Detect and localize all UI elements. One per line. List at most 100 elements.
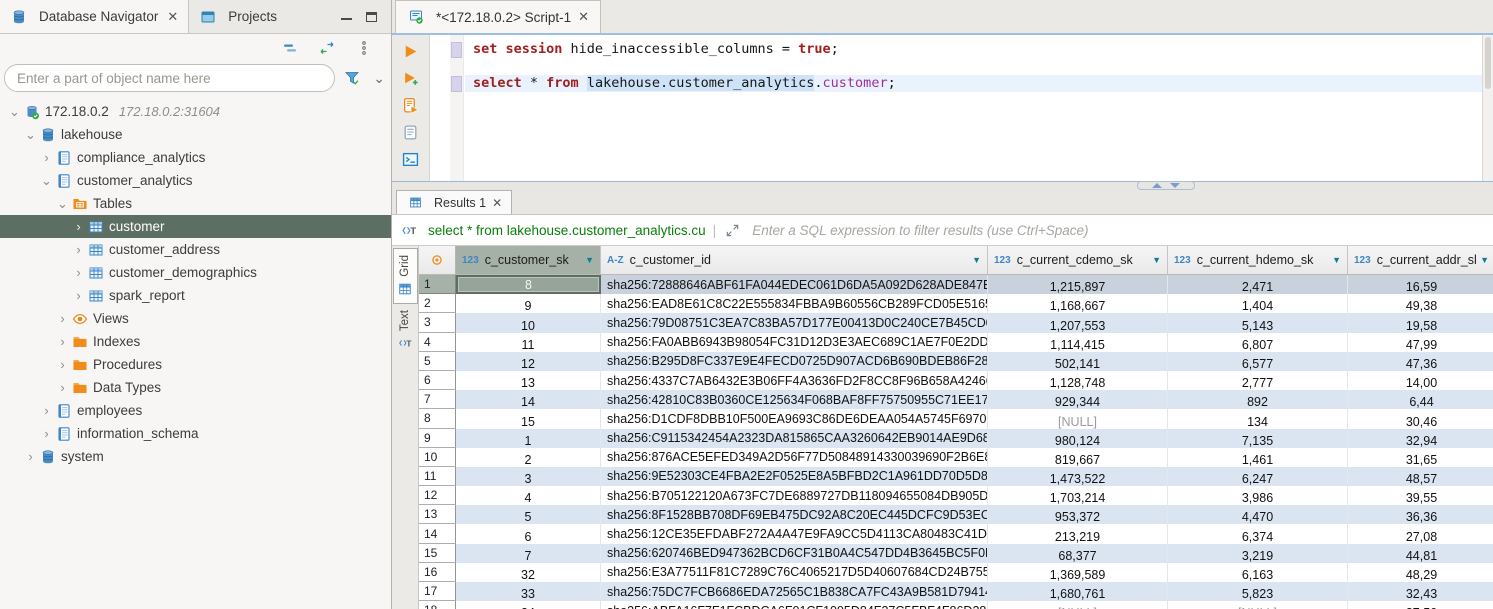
row-number[interactable]: 17 (419, 582, 456, 601)
grid-cell[interactable]: 502,141 (988, 352, 1168, 371)
sort-dropdown-icon[interactable]: ▼ (585, 255, 594, 265)
grid-cell[interactable]: 15 (456, 409, 601, 428)
row-number[interactable]: 4 (419, 333, 456, 352)
grid-cell[interactable]: 27,08 (1348, 524, 1493, 543)
sql-code-area[interactable]: set session hide_inaccessible_columns = … (430, 35, 1493, 181)
view-menu-icon[interactable] (355, 40, 373, 56)
grid-cell[interactable]: 16,59 (1348, 275, 1493, 294)
column-header-c_customer_id[interactable]: A-Zc_customer_id▼ (601, 246, 988, 274)
grid-cell[interactable]: 1,461 (1168, 448, 1348, 467)
tree-item-customer-address[interactable]: ›customer_address (0, 238, 391, 261)
grid-cell[interactable]: sha256:75DC7FCB6686EDA72565C1B838CA7FC43… (601, 582, 988, 601)
grid-cell[interactable]: 4 (456, 486, 601, 505)
grid-cell[interactable]: 13 (456, 371, 601, 390)
tree-item-indexes[interactable]: ›Indexes (0, 330, 391, 353)
tree-expander-icon[interactable]: › (70, 242, 87, 257)
grid-cell[interactable]: sha256:620746BED947362BCD6CF31B0A4C547DD… (601, 544, 988, 563)
grid-cell[interactable]: 1,473,522 (988, 467, 1168, 486)
grid-cell[interactable]: 47,36 (1348, 352, 1493, 371)
row-number[interactable]: 10 (419, 448, 456, 467)
grid-cell[interactable]: sha256:876ACE5EFED349A2D56F77D5084891433… (601, 448, 988, 467)
close-icon[interactable]: ✕ (167, 9, 178, 25)
grid-cell[interactable]: sha256:E3A77511F81C7289C76C4065217D5D406… (601, 563, 988, 582)
tree-item-customer-analytics[interactable]: ⌄customer_analytics (0, 169, 391, 192)
expand-icon[interactable] (723, 222, 741, 238)
tree-item-data-types[interactable]: ›Data Types (0, 376, 391, 399)
row-number[interactable]: 1 (419, 275, 456, 294)
column-header-c_current_hdemo_sk[interactable]: 123c_current_hdemo_sk▼ (1168, 246, 1348, 274)
grid-cell[interactable]: sha256:FA0ABB6943B98054FC31D12D3E3AEC689… (601, 333, 988, 352)
minimize-icon[interactable] (341, 18, 352, 21)
grid-cell[interactable]: 213,219 (988, 524, 1168, 543)
column-header-c_current_addr_sk[interactable]: 123c_current_addr_sk▼ (1348, 246, 1493, 274)
tree-expander-icon[interactable]: › (70, 265, 87, 280)
row-number[interactable]: 12 (419, 486, 456, 505)
tree-item-172-18-0-2[interactable]: ⌄172.18.0.2172.18.0.2:31604 (0, 100, 391, 123)
grid-cell[interactable]: sha256:ABFA16F7F1FCBDCA6F01CF1095D84F37C… (601, 601, 988, 609)
grid-cell[interactable]: 14 (456, 390, 601, 409)
row-number[interactable]: 9 (419, 429, 456, 448)
tree-expander-icon[interactable]: › (70, 288, 87, 303)
grid-cell[interactable]: 49,38 (1348, 294, 1493, 313)
grid-cell[interactable]: 37,50 (1348, 601, 1493, 609)
grid-cell[interactable]: sha256:B295D8FC337E9E4FECD0725D907ACD6B6… (601, 352, 988, 371)
tree-expander-icon[interactable]: › (54, 357, 71, 372)
grid-cell[interactable]: 36,36 (1348, 505, 1493, 524)
object-filter-input[interactable] (4, 64, 335, 92)
tree-item-procedures[interactable]: ›Procedures (0, 353, 391, 376)
grid-cell[interactable]: 6,163 (1168, 563, 1348, 582)
row-number[interactable]: 8 (419, 409, 456, 428)
grid-cell[interactable]: 2,777 (1168, 371, 1348, 390)
row-number[interactable]: 14 (419, 524, 456, 543)
grid-cell[interactable]: sha256:EAD8E61C8C22E555834FBBA9B60556CB2… (601, 294, 988, 313)
tree-expander-icon[interactable]: ⌄ (54, 196, 71, 212)
grid-cell[interactable]: 953,372 (988, 505, 1168, 524)
tree-item-lakehouse[interactable]: ⌄lakehouse (0, 123, 391, 146)
row-number[interactable]: 18 (419, 601, 456, 609)
sort-dropdown-icon[interactable]: ▼ (1152, 255, 1161, 265)
tree-item-tables[interactable]: ⌄Tables (0, 192, 391, 215)
close-icon[interactable]: ✕ (578, 9, 589, 25)
row-number[interactable]: 3 (419, 313, 456, 332)
grid-cell[interactable]: sha256:8F1528BB708DF69EB475DC92A8C20EC44… (601, 505, 988, 524)
tree-item-spark-report[interactable]: ›spark_report (0, 284, 391, 307)
grid-cell[interactable]: 9 (456, 294, 601, 313)
grid-cell[interactable]: 5,143 (1168, 313, 1348, 332)
grid-cell[interactable]: 134 (1168, 409, 1348, 428)
grid-cell[interactable]: 32 (456, 563, 601, 582)
grid-cell[interactable]: 11 (456, 333, 601, 352)
grid-cell[interactable]: 12 (456, 352, 601, 371)
row-number[interactable]: 6 (419, 371, 456, 390)
select-all-corner[interactable] (419, 246, 456, 274)
grid-cell[interactable]: 7 (456, 544, 601, 563)
grid-cell[interactable]: 6,247 (1168, 467, 1348, 486)
column-header-c_customer_sk[interactable]: 123c_customer_sk▼ (456, 246, 601, 274)
grid-cell[interactable]: 6,807 (1168, 333, 1348, 352)
sort-dropdown-icon[interactable]: ▼ (972, 255, 981, 265)
tree-item-views[interactable]: ›Views (0, 307, 391, 330)
row-number[interactable]: 5 (419, 352, 456, 371)
grid-cell[interactable]: 31,65 (1348, 448, 1493, 467)
grid-cell[interactable]: sha256:C9115342454A2323DA815865CAA326064… (601, 429, 988, 448)
grid-cell[interactable]: 10 (456, 313, 601, 332)
grid-cell[interactable]: 2,471 (1168, 275, 1348, 294)
grid-cell[interactable]: 5,823 (1168, 582, 1348, 601)
grid-cell[interactable]: sha256:42810C83B0360CE125634F068BAF8FF75… (601, 390, 988, 409)
grid-cell[interactable]: 3,219 (1168, 544, 1348, 563)
grid-cell[interactable]: 1,114,415 (988, 333, 1168, 352)
grid-cell[interactable]: 3 (456, 467, 601, 486)
execute-statement-icon[interactable] (402, 42, 420, 60)
grid-cell[interactable]: 32,43 (1348, 582, 1493, 601)
tab-database-navigator[interactable]: Database Navigator ✕ (0, 0, 189, 33)
grid-cell[interactable]: sha256:9E52303CE4FBA2E2F0525E8A5BFBD2C1A… (601, 467, 988, 486)
sort-dropdown-icon[interactable]: ▼ (1332, 255, 1341, 265)
tree-item-information-schema[interactable]: ›information_schema (0, 422, 391, 445)
grid-cell[interactable]: 1,404 (1168, 294, 1348, 313)
grid-cell[interactable]: 19,58 (1348, 313, 1493, 332)
grid-cell[interactable]: 819,667 (988, 448, 1168, 467)
column-header-c_current_cdemo_sk[interactable]: 123c_current_cdemo_sk▼ (988, 246, 1168, 274)
grid-cell[interactable]: 48,57 (1348, 467, 1493, 486)
grid-cell[interactable]: 1 (456, 429, 601, 448)
grid-cell[interactable]: 68,377 (988, 544, 1168, 563)
close-icon[interactable]: ✕ (492, 196, 502, 210)
